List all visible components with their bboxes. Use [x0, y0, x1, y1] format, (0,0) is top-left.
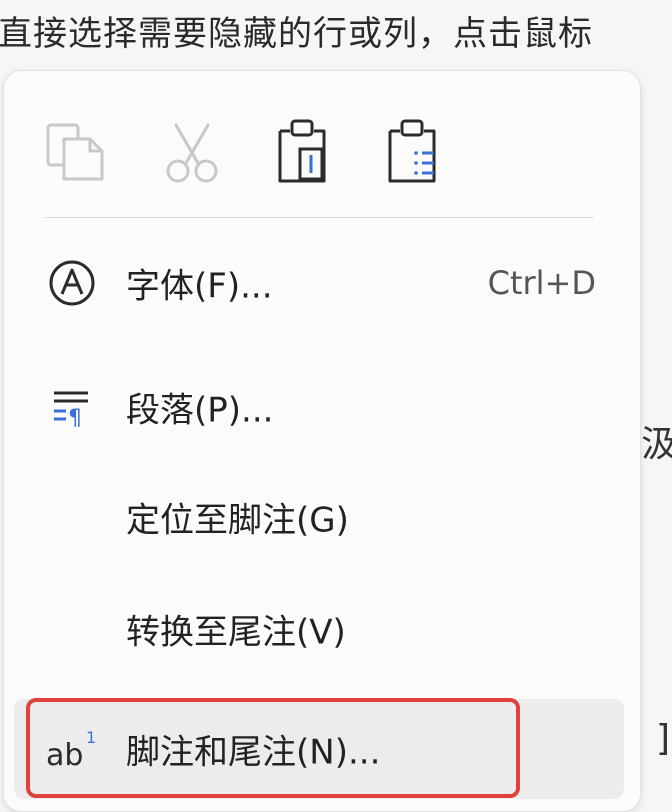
- paste-icon: [278, 119, 326, 183]
- menu-item-label: 转换至尾注(V): [126, 612, 346, 653]
- svg-text:ab: ab: [46, 738, 83, 773]
- menu-item-label: 字体(F)...: [126, 266, 273, 307]
- menu-separator: [44, 217, 594, 218]
- menu-item-font[interactable]: 字体(F)... Ctrl+D: [14, 233, 624, 333]
- document-text-fragment-2: ]: [656, 718, 671, 759]
- paste-button[interactable]: [266, 115, 338, 191]
- font-a-circle-icon: [49, 260, 95, 306]
- paste-text-only-button[interactable]: [376, 115, 448, 191]
- copy-button[interactable]: [42, 115, 114, 191]
- menu-item-shortcut: Ctrl+D: [487, 264, 596, 302]
- context-menu: 字体(F)... Ctrl+D ¶ 段落(P)... 定位至脚注(G) 转换至尾…: [3, 70, 641, 812]
- menu-item-label: 脚注和尾注(N)...: [126, 732, 381, 773]
- menu-item-footnote-endnote[interactable]: ab 1 脚注和尾注(N)...: [14, 699, 624, 799]
- document-text-fragment: 汲: [641, 424, 672, 465]
- cut-icon: [166, 123, 218, 183]
- menu-item-goto-footnote[interactable]: 定位至脚注(G): [14, 467, 624, 567]
- menu-item-label: 定位至脚注(G): [126, 500, 349, 541]
- clipboard-toolbar: [4, 115, 640, 191]
- paste-text-only-icon: [388, 119, 436, 183]
- document-text-line: 直接选择需要隐藏的行或列，点击鼠标: [0, 14, 593, 54]
- svg-text:¶: ¶: [68, 406, 82, 431]
- menu-item-convert-to-endnote[interactable]: 转换至尾注(V): [14, 579, 624, 679]
- copy-icon: [46, 123, 104, 181]
- menu-item-label: 段落(P)...: [126, 390, 274, 431]
- cut-button[interactable]: [156, 115, 228, 191]
- svg-text:1: 1: [86, 728, 96, 747]
- menu-item-paragraph[interactable]: ¶ 段落(P)...: [14, 357, 624, 457]
- footnote-ab1-icon: ab 1: [46, 728, 96, 773]
- paragraph-icon: ¶: [54, 391, 88, 431]
